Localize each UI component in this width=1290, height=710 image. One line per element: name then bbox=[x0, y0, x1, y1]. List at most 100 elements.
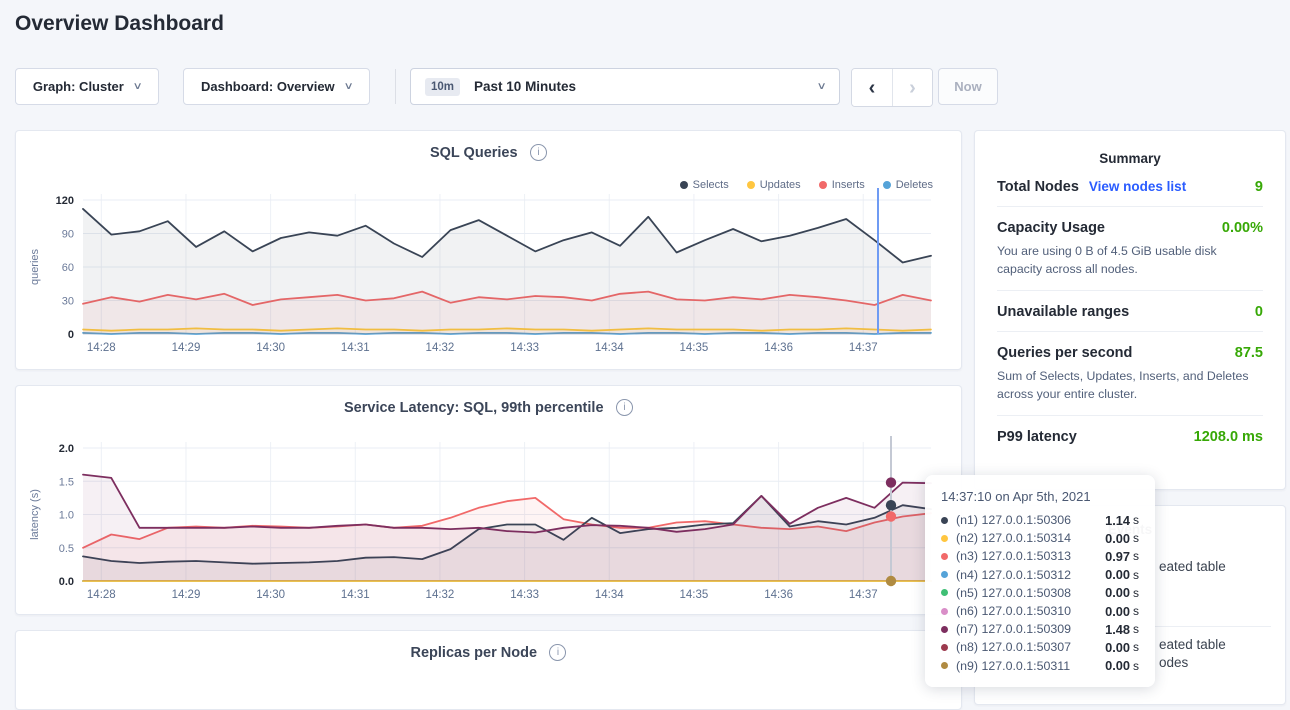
tooltip-node-label: (n3) 127.0.0.1:50313 bbox=[956, 549, 1071, 563]
page-title: Overview Dashboard bbox=[15, 12, 224, 36]
svg-text:14:34: 14:34 bbox=[595, 342, 624, 354]
tooltip-row: (n9) 127.0.0.1:503110.00s bbox=[941, 657, 1139, 675]
tooltip-row: (n1) 127.0.0.1:503061.14s bbox=[941, 511, 1139, 529]
tooltip-row: (n2) 127.0.0.1:503140.00s bbox=[941, 529, 1139, 547]
tooltip-node-label: (n1) 127.0.0.1:50306 bbox=[956, 513, 1071, 527]
svg-text:14:30: 14:30 bbox=[256, 589, 285, 601]
summary-heading: Summary bbox=[997, 151, 1263, 166]
tooltip-unit: s bbox=[1133, 622, 1139, 636]
chart-header: Replicas per Node i bbox=[16, 644, 961, 664]
summary-value: 0 bbox=[1255, 304, 1263, 320]
svg-text:1.0: 1.0 bbox=[59, 510, 74, 522]
svg-text:0: 0 bbox=[68, 329, 74, 341]
chart-tooltip: 14:37:10 on Apr 5th, 2021 (n1) 127.0.0.1… bbox=[925, 475, 1155, 687]
summary-row-top: P99 latency1208.0 ms bbox=[997, 429, 1263, 445]
prev-interval-button[interactable]: ‹ bbox=[852, 69, 892, 106]
tooltip-unit: s bbox=[1133, 659, 1139, 673]
node-color-dot bbox=[941, 553, 948, 560]
summary-label: P99 latency bbox=[997, 429, 1077, 445]
dashboard-dropdown-label: Dashboard: Overview bbox=[201, 79, 335, 94]
tooltip-value: 0.00 bbox=[1105, 531, 1130, 546]
svg-text:120: 120 bbox=[56, 195, 74, 207]
time-nav-group: ‹ › bbox=[851, 68, 933, 107]
next-interval-button[interactable]: › bbox=[892, 69, 932, 106]
tooltip-rows: (n1) 127.0.0.1:503061.14s(n2) 127.0.0.1:… bbox=[941, 511, 1139, 675]
svg-text:14:32: 14:32 bbox=[426, 589, 455, 601]
svg-text:60: 60 bbox=[62, 262, 74, 274]
chart-header: Service Latency: SQL, 99th percentile i bbox=[16, 399, 961, 419]
summary-label: Queries per second bbox=[997, 345, 1132, 361]
summary-panel: Summary Total Nodes View nodes list 9 Capac… bbox=[974, 130, 1286, 490]
node-color-dot bbox=[941, 644, 948, 651]
info-icon[interactable]: i bbox=[530, 144, 547, 161]
tooltip-row: (n5) 127.0.0.1:503080.00s bbox=[941, 584, 1139, 602]
node-color-dot bbox=[941, 535, 948, 542]
tooltip-unit: s bbox=[1133, 531, 1139, 545]
svg-text:queries: queries bbox=[29, 248, 41, 285]
summary-value: 87.5 bbox=[1235, 345, 1263, 361]
event-text-fragment: odes bbox=[1159, 655, 1188, 670]
tooltip-value: 0.00 bbox=[1105, 585, 1130, 600]
svg-text:14:31: 14:31 bbox=[341, 342, 370, 354]
summary-label: Total Nodes bbox=[997, 179, 1079, 195]
controls-divider bbox=[395, 69, 396, 104]
summary-rows: Total Nodes View nodes list 9 Capacity Usag… bbox=[997, 166, 1263, 456]
tooltip-unit: s bbox=[1133, 640, 1139, 654]
sql-queries-card: SQL Queries i SelectsUpdatesInsertsDelet… bbox=[15, 130, 962, 370]
svg-text:14:37: 14:37 bbox=[849, 342, 878, 354]
node-color-dot bbox=[941, 517, 948, 524]
summary-row-top: Total Nodes View nodes list 9 bbox=[997, 179, 1263, 195]
tooltip-unit: s bbox=[1133, 604, 1139, 618]
replicas-per-node-card: Replicas per Node i bbox=[15, 630, 962, 710]
svg-text:14:32: 14:32 bbox=[426, 342, 455, 354]
info-icon[interactable]: i bbox=[616, 399, 633, 416]
node-color-dot bbox=[941, 589, 948, 596]
sql-queries-chart[interactable]: 14:2814:2914:3014:3114:3214:3314:3414:35… bbox=[16, 186, 963, 366]
tooltip-title: 14:37:10 on Apr 5th, 2021 bbox=[941, 489, 1139, 504]
now-button[interactable]: Now bbox=[938, 68, 998, 105]
tooltip-node-label: (n6) 127.0.0.1:50310 bbox=[956, 604, 1071, 618]
summary-label: Unavailable ranges bbox=[997, 304, 1129, 320]
summary-label: Capacity Usage bbox=[997, 220, 1105, 236]
svg-text:14:29: 14:29 bbox=[172, 589, 201, 601]
svg-text:1.5: 1.5 bbox=[59, 476, 74, 488]
svg-text:14:34: 14:34 bbox=[595, 589, 624, 601]
event-text-fragment: eated table bbox=[1159, 637, 1226, 652]
tooltip-node-label: (n9) 127.0.0.1:50311 bbox=[956, 659, 1070, 673]
summary-row-top: Queries per second 87.5 bbox=[997, 345, 1263, 361]
summary-value: 9 bbox=[1255, 179, 1263, 195]
summary-subtext: You are using 0 B of 4.5 GiB usable disk… bbox=[997, 242, 1263, 279]
tooltip-value: 1.48 bbox=[1105, 622, 1130, 637]
summary-row-top: Capacity Usage0.00% bbox=[997, 220, 1263, 236]
time-range-selector[interactable]: 10m Past 10 Minutes ∨ bbox=[410, 68, 840, 105]
svg-text:14:37: 14:37 bbox=[849, 589, 878, 601]
node-color-dot bbox=[941, 626, 948, 633]
view-nodes-link[interactable]: View nodes list bbox=[1089, 179, 1186, 194]
info-icon[interactable]: i bbox=[549, 644, 566, 661]
overview-dashboard-page: Overview Dashboard Graph: Cluster ∨ Dash… bbox=[0, 0, 1290, 689]
tooltip-value: 0.00 bbox=[1105, 640, 1130, 655]
svg-text:90: 90 bbox=[62, 229, 74, 241]
node-color-dot bbox=[941, 571, 948, 578]
event-text-fragment: eated table bbox=[1159, 559, 1226, 574]
tooltip-node-label: (n7) 127.0.0.1:50309 bbox=[956, 622, 1071, 636]
graph-dropdown[interactable]: Graph: Cluster ∨ bbox=[15, 68, 159, 105]
service-latency-chart[interactable]: 14:2814:2914:3014:3114:3214:3314:3414:35… bbox=[16, 436, 963, 616]
summary-row-top: Unavailable ranges 0 bbox=[997, 304, 1263, 320]
chevron-down-icon: ∨ bbox=[816, 81, 826, 92]
svg-text:14:28: 14:28 bbox=[87, 589, 116, 601]
service-latency-card: Service Latency: SQL, 99th percentile i … bbox=[15, 385, 962, 615]
node-color-dot bbox=[941, 608, 948, 615]
svg-text:30: 30 bbox=[62, 296, 74, 308]
dashboard-dropdown[interactable]: Dashboard: Overview ∨ bbox=[183, 68, 370, 105]
summary-row: Queries per second87.5Sum of Selects, Up… bbox=[997, 332, 1263, 416]
chart-title: Replicas per Node bbox=[411, 645, 538, 661]
svg-text:14:28: 14:28 bbox=[87, 342, 116, 354]
tooltip-node-label: (n4) 127.0.0.1:50312 bbox=[956, 568, 1071, 582]
node-color-dot bbox=[941, 662, 948, 669]
chevron-down-icon: ∨ bbox=[132, 81, 142, 92]
svg-text:14:31: 14:31 bbox=[341, 589, 370, 601]
time-range-badge: 10m bbox=[425, 78, 460, 96]
svg-text:2.0: 2.0 bbox=[59, 443, 74, 455]
chevron-down-icon: ∨ bbox=[343, 81, 353, 92]
